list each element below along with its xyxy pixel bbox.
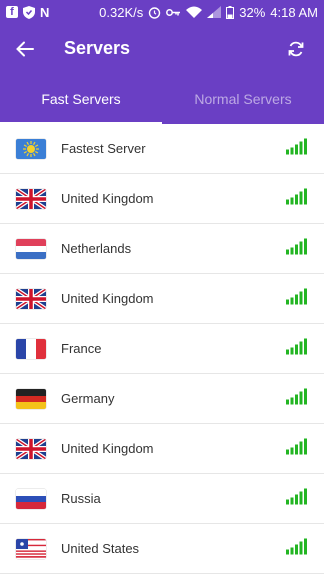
signal-strength-icon xyxy=(286,388,308,409)
fr-flag-icon xyxy=(16,338,46,359)
facebook-icon: f xyxy=(6,6,18,18)
tab-normal-servers[interactable]: Normal Servers xyxy=(162,73,324,124)
server-row[interactable]: Fastest Server xyxy=(0,124,324,174)
signal-strength-icon xyxy=(286,238,308,259)
vpn-key-icon xyxy=(166,8,181,17)
server-row[interactable]: United Kingdom xyxy=(0,424,324,474)
back-button[interactable] xyxy=(0,24,50,73)
server-tabs: Fast Servers Normal Servers xyxy=(0,73,324,124)
uk-flag-icon xyxy=(16,438,46,459)
fastest-flag-icon xyxy=(16,138,46,159)
server-name: United Kingdom xyxy=(61,291,154,306)
shield-icon xyxy=(23,5,35,19)
nl-flag-icon xyxy=(16,238,46,259)
arrow-left-icon xyxy=(16,41,34,56)
signal-strength-icon xyxy=(286,288,308,309)
servers-screen: f N 0.32K/s 32% 4:18 AM Servers Fast Ser… xyxy=(0,0,324,576)
server-name: United Kingdom xyxy=(61,441,154,456)
network-speed: 0.32K/s xyxy=(99,4,144,20)
wifi-icon xyxy=(186,6,203,18)
signal-strength-icon xyxy=(286,488,308,509)
tab-fast-servers[interactable]: Fast Servers xyxy=(0,73,162,124)
signal-strength-icon xyxy=(286,438,308,459)
battery-percent: 32% xyxy=(239,4,266,20)
refresh-button[interactable] xyxy=(276,24,316,73)
alarm-icon xyxy=(148,6,161,19)
signal-strength-icon xyxy=(286,538,308,559)
us-flag-icon xyxy=(16,538,46,559)
server-row[interactable]: Russia xyxy=(0,474,324,524)
status-bar: f N 0.32K/s 32% 4:18 AM xyxy=(0,0,324,24)
server-row[interactable]: United Kingdom xyxy=(0,274,324,324)
signal-strength-icon xyxy=(286,338,308,359)
server-list: Fastest Server United Kingdom Netherland… xyxy=(0,124,324,574)
server-row[interactable]: United States xyxy=(0,524,324,574)
clock: 4:18 AM xyxy=(270,4,318,20)
server-name: France xyxy=(61,341,102,356)
uk-flag-icon xyxy=(16,188,46,209)
server-row[interactable]: France xyxy=(0,324,324,374)
cell-signal-icon xyxy=(207,6,222,18)
signal-strength-icon xyxy=(286,188,308,209)
battery-icon xyxy=(226,5,235,19)
server-row[interactable]: United Kingdom xyxy=(0,174,324,224)
notification-n-icon: N xyxy=(40,4,50,20)
page-title: Servers xyxy=(64,38,131,58)
server-name: United States xyxy=(61,541,140,556)
server-name: Germany xyxy=(61,391,115,406)
server-name: Russia xyxy=(61,491,101,506)
server-name: Netherlands xyxy=(61,241,132,256)
uk-flag-icon xyxy=(16,288,46,309)
server-name: United Kingdom xyxy=(61,191,154,206)
signal-strength-icon xyxy=(286,138,308,159)
server-name: Fastest Server xyxy=(61,141,146,156)
server-row[interactable]: Netherlands xyxy=(0,224,324,274)
de-flag-icon xyxy=(16,388,46,409)
app-bar: Servers xyxy=(0,24,324,73)
server-row[interactable]: Germany xyxy=(0,374,324,424)
refresh-icon xyxy=(288,41,304,56)
ru-flag-icon xyxy=(16,488,46,509)
